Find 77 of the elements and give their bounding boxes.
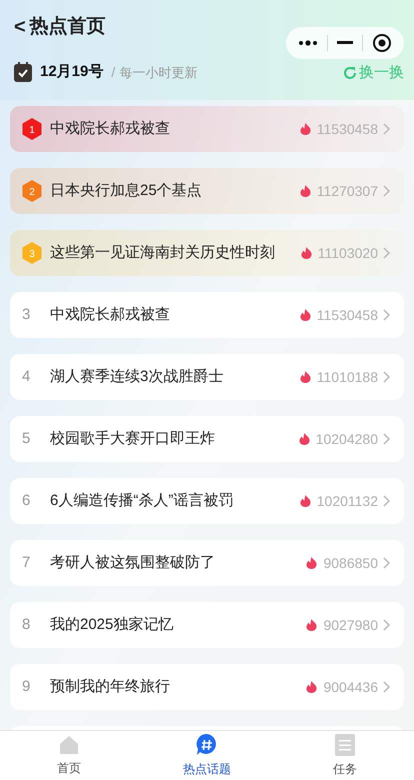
topic-row[interactable]: 5 校园歌手大赛开口即王炸 10204280 [10,416,404,462]
flame-icon [306,619,318,631]
topic-row[interactable]: 3 这些第一见证海南封关历史性时刻 11103020 [10,230,404,276]
chevron-right-icon [383,371,390,383]
tab-item[interactable]: 任务 [276,731,414,780]
rank-badge: 2 [22,180,42,202]
topic-row[interactable]: 8 我的2025独家记忆 9027980 [10,602,404,648]
chevron-right-icon [383,681,390,693]
flame-icon [300,371,311,383]
heat-count: 10204280 [316,430,378,448]
topic-title: 我的2025独家记忆 [50,614,174,635]
page-title: 热点首页 [30,14,106,39]
topic-title: 日本央行加息25个基点 [50,180,203,201]
topic-row[interactable]: 4 湖人赛季连续3次战胜爵士 11010188 [10,354,404,400]
rank-number: 8 [22,614,32,635]
chevron-right-icon [383,557,390,569]
chevron-right-icon [383,247,390,259]
tab-item[interactable]: 首页 [0,731,138,780]
heat-count: 9027980 [323,616,378,634]
topic-row[interactable]: 6 6人编造传播“杀人”谣言被罚 10201132 [10,478,404,524]
rank-number: 3 [22,304,32,325]
rank-badge: 1 [22,118,42,140]
update-note: 每一小时更新 [119,64,198,82]
topic-title: 考研人被这氛围整破防了 [50,552,216,573]
flame-icon [306,557,318,569]
capsule-menu[interactable] [286,27,404,59]
flame-icon [306,681,318,693]
chevron-right-icon [383,433,390,445]
topic-row[interactable]: 1 中戏院长郝戎被查 11530458 [10,106,404,152]
topic-row[interactable]: 7 考研人被这氛围整破防了 9086850 [10,540,404,586]
topic-title: 中戏院长郝戎被查 [50,118,171,139]
close-icon[interactable] [372,33,392,53]
flame-icon [300,123,311,135]
flame-icon [300,495,311,507]
heat-count: 11103020 [318,244,378,262]
topic-title: 中戏院长郝戎被查 [50,304,171,325]
separator-text: / [111,62,116,82]
topic-row[interactable]: 2 日本央行加息25个基点 11270307 [10,168,404,214]
list-icon [335,734,355,756]
minimize-icon[interactable] [336,41,353,45]
chevron-right-icon [383,123,390,135]
calendar-icon [14,62,32,82]
rank-number: 9 [22,676,32,697]
heat-count: 11530458 [316,306,378,324]
heat-count: 9004436 [323,678,378,696]
chevron-right-icon [383,185,390,197]
flame-icon [300,185,311,197]
heat-count: 9086850 [323,554,378,572]
topic-row[interactable]: 9 预制我的年终旅行 9004436 [10,664,404,710]
more-icon[interactable] [298,40,318,46]
rank-number: 6 [22,490,32,511]
heat-count: 11270307 [316,182,378,200]
heat-count: 11530458 [316,120,378,138]
chevron-right-icon [383,309,390,321]
rank-number: 7 [22,552,32,573]
home-icon [59,734,79,754]
heat-count: 11010188 [316,368,378,386]
rank-badge: 3 [22,242,42,264]
refresh-icon [343,66,357,80]
hashtag-bubble-icon [196,734,218,756]
topic-title: 校园歌手大赛开口即王炸 [50,428,216,449]
back-button[interactable]: < [14,12,26,42]
flame-icon [300,247,312,259]
rank-number: 5 [22,428,32,449]
topic-title: 预制我的年终旅行 [50,676,171,697]
heat-count: 10201132 [316,492,378,510]
topic-row[interactable]: 3 中戏院长郝戎被查 11530458 [10,292,404,338]
topic-title: 这些第一见证海南封关历史性时刻 [50,242,276,263]
chevron-right-icon [383,619,390,631]
date-label: 12月19号 [40,62,104,82]
flame-icon [298,433,310,445]
topic-title: 湖人赛季连续3次战胜爵士 [50,366,224,387]
flame-icon [300,309,311,321]
chevron-right-icon [383,495,390,507]
rank-number: 4 [22,366,32,387]
topic-title: 6人编造传播“杀人”谣言被罚 [50,490,234,511]
tab-item[interactable]: 热点话题 [138,731,276,780]
